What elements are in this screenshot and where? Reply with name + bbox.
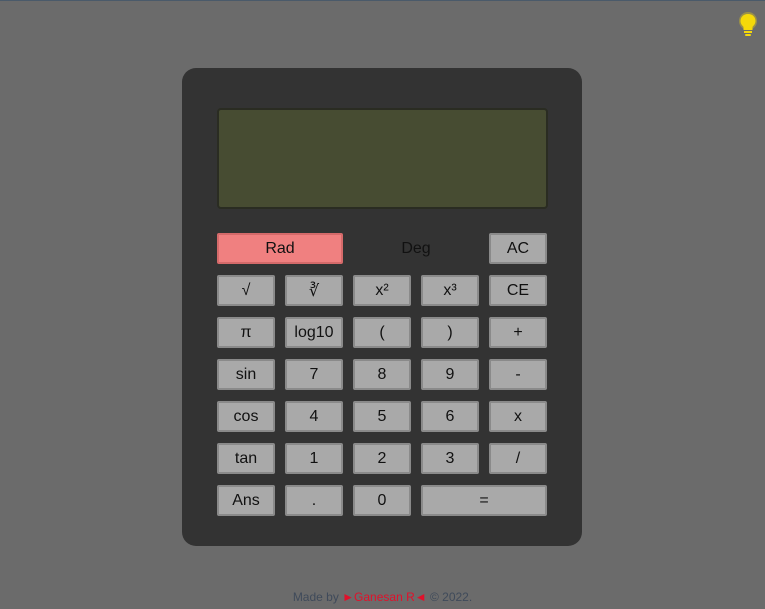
footer-credit: Made by ►Ganesan R◄ © 2022. [0,590,765,604]
digit-3-button[interactable]: 3 [421,443,479,474]
clear-entry-button[interactable]: CE [489,275,547,306]
calculator-display [217,108,548,209]
plus-button[interactable]: + [489,317,547,348]
calculator: Rad Deg AC √ ∛ x² x³ CE π log10 ( ) + si… [182,68,582,546]
digit-6-button[interactable]: 6 [421,401,479,432]
log10-button[interactable]: log10 [285,317,343,348]
digit-2-button[interactable]: 2 [353,443,411,474]
cube-root-button[interactable]: ∛ [285,275,343,306]
digit-1-button[interactable]: 1 [285,443,343,474]
tan-button[interactable]: tan [217,443,275,474]
divide-button[interactable]: / [489,443,547,474]
answer-button[interactable]: Ans [217,485,275,516]
square-root-button[interactable]: √ [217,275,275,306]
rad-mode-button[interactable]: Rad [217,233,343,264]
cube-button[interactable]: x³ [421,275,479,306]
digit-4-button[interactable]: 4 [285,401,343,432]
footer-author-link[interactable]: ►Ganesan R◄ [342,590,426,604]
footer-copyright: © 2022. [426,590,473,604]
square-button[interactable]: x² [353,275,411,306]
minus-button[interactable]: - [489,359,547,390]
decimal-point-button[interactable]: . [285,485,343,516]
digit-5-button[interactable]: 5 [353,401,411,432]
open-paren-button[interactable]: ( [353,317,411,348]
close-paren-button[interactable]: ) [421,317,479,348]
digit-8-button[interactable]: 8 [353,359,411,390]
theme-toggle-button[interactable] [736,11,760,41]
footer-made-by: Made by [292,590,343,604]
lightbulb-icon [739,12,757,36]
digit-9-button[interactable]: 9 [421,359,479,390]
all-clear-button[interactable]: AC [489,233,547,264]
equals-button[interactable]: = [421,485,547,516]
sin-button[interactable]: sin [217,359,275,390]
deg-mode-button[interactable]: Deg [353,233,479,264]
cos-button[interactable]: cos [217,401,275,432]
pi-button[interactable]: π [217,317,275,348]
digit-7-button[interactable]: 7 [285,359,343,390]
multiply-button[interactable]: x [489,401,547,432]
digit-0-button[interactable]: 0 [353,485,411,516]
